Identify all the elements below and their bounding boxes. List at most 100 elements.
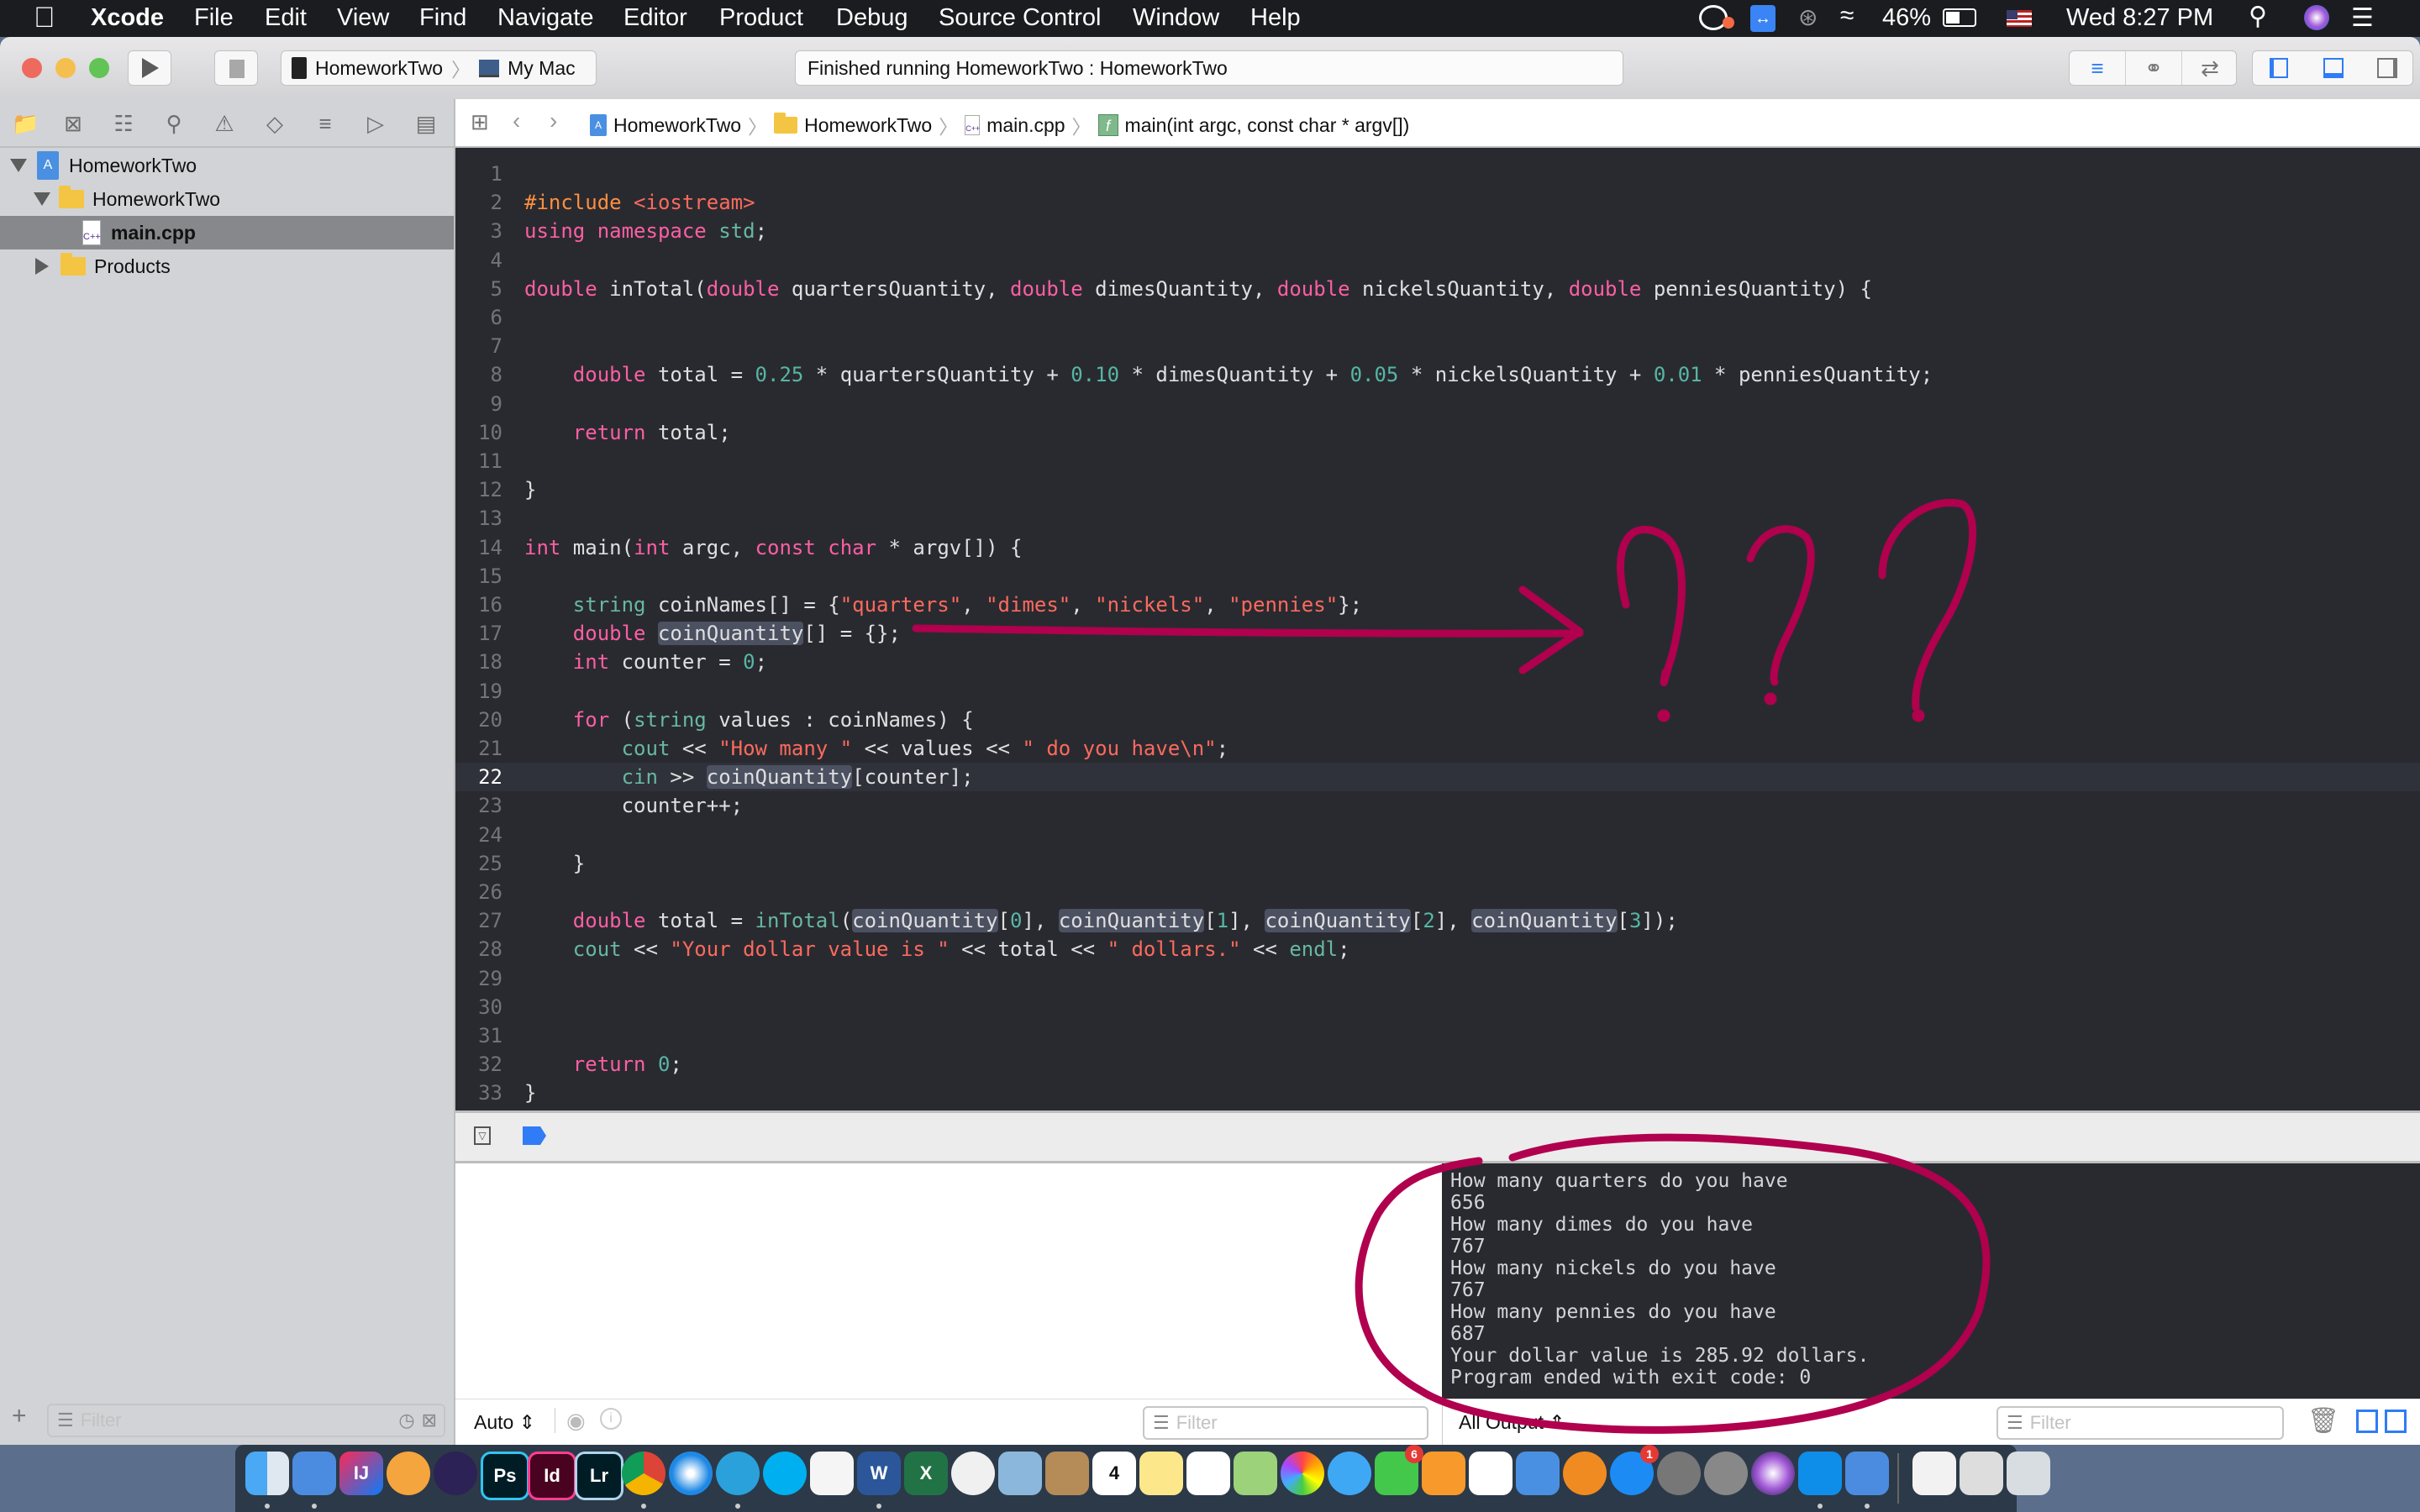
menu-navigate[interactable]: Navigate (497, 4, 593, 32)
line-number[interactable]: 17 (455, 619, 502, 648)
spotlight-search-icon[interactable]: ⚲ (2249, 2, 2267, 31)
dock-maps-icon[interactable] (1234, 1452, 1277, 1495)
menu-debug[interactable]: Debug (836, 4, 908, 32)
show-console-view-icon[interactable] (2385, 1410, 2407, 1433)
dock-siri-icon[interactable] (1751, 1452, 1795, 1495)
line-number[interactable]: 6 (455, 303, 502, 332)
run-button[interactable] (128, 50, 171, 86)
line-number[interactable]: 12 (455, 475, 502, 504)
quick-look-eye-icon[interactable]: ◉ (566, 1408, 586, 1434)
menu-source-control[interactable]: Source Control (939, 4, 1101, 32)
assistant-editor-icon[interactable]: ⚭ (2126, 51, 2182, 85)
dock-intellij-idea-icon[interactable]: IJ (339, 1452, 383, 1495)
line-number[interactable]: 26 (455, 878, 502, 906)
line-number[interactable]: 7 (455, 332, 502, 360)
line-number[interactable]: 24 (455, 821, 502, 849)
dock-messages-icon[interactable] (1328, 1452, 1371, 1495)
code-line[interactable]: 16 string coinNames[] = {"quarters", "di… (455, 591, 2420, 619)
menu-help[interactable]: Help (1250, 4, 1301, 32)
code-line[interactable]: 8 double total = 0.25 * quartersQuantity… (455, 360, 2420, 389)
notification-center-icon[interactable]: ☰ (2351, 3, 2374, 33)
battery-percent[interactable]: 46% (1882, 4, 1931, 32)
line-number[interactable]: 30 (455, 993, 502, 1021)
code-line[interactable]: 12} (455, 475, 2420, 504)
stop-button[interactable] (214, 50, 258, 86)
line-number[interactable]: 1 (455, 160, 502, 188)
code-line[interactable]: 31 (455, 1021, 2420, 1050)
line-number[interactable]: 9 (455, 390, 502, 418)
clear-console-trash-icon[interactable]: 🗑 (2307, 1406, 2339, 1436)
source-editor[interactable]: 1 2 #include <iostream> 3 using namespace st… (455, 148, 2420, 1110)
dock-document-icon[interactable] (1912, 1452, 1956, 1495)
line-number[interactable]: 16 (455, 591, 502, 619)
tree-item-main-cpp[interactable]: C++ main.cpp (0, 216, 454, 249)
menu-edit[interactable]: Edit (265, 4, 307, 32)
disclosure-collapsed-icon[interactable] (35, 258, 49, 275)
issue-navigator-tab-icon[interactable]: ⚠ (212, 111, 237, 136)
breakpoint-navigator-tab-icon[interactable]: ▷ (363, 111, 388, 136)
teamviewer-menu-icon[interactable]: ↔ (1750, 5, 1776, 32)
siri-icon[interactable] (2304, 5, 2329, 30)
dock-numbers-icon[interactable] (1469, 1452, 1512, 1495)
tree-item-group[interactable]: HomeworkTwo (0, 182, 454, 216)
code-line[interactable]: 32 return 0; (455, 1050, 2420, 1079)
code-line[interactable]: 10 return total; (455, 418, 2420, 447)
dock-textedit-icon[interactable] (810, 1452, 854, 1495)
report-navigator-tab-icon[interactable]: ▤ (413, 111, 439, 136)
breadcrumb-function[interactable]: main(int argc, const char * argv[]) (1125, 114, 1410, 137)
navigator-filter-input[interactable]: ☰ Filter ◷ ⊠ (47, 1404, 445, 1437)
code-line[interactable]: 13 (455, 504, 2420, 533)
menu-file[interactable]: File (194, 4, 234, 32)
line-number[interactable]: 27 (455, 906, 502, 935)
version-editor-icon[interactable]: ⇄ (2182, 51, 2238, 85)
line-number[interactable]: 33 (455, 1079, 502, 1107)
line-number[interactable]: 5 (455, 275, 502, 303)
add-file-icon[interactable]: + (12, 1402, 27, 1431)
line-number[interactable]: 15 (455, 562, 502, 591)
code-line[interactable]: 3 using namespace std; (455, 217, 2420, 245)
show-variables-view-icon[interactable] (2356, 1410, 2378, 1433)
debug-navigator-tab-icon[interactable]: ≡ (313, 111, 338, 136)
code-line[interactable]: 17 double coinQuantity[] = {}; (455, 619, 2420, 648)
code-line[interactable]: 21 cout << "How many " << values << " do… (455, 734, 2420, 763)
line-number[interactable]: 11 (455, 447, 502, 475)
recent-files-icon[interactable]: ◷ (398, 1410, 414, 1431)
dock-reminders-icon[interactable] (1186, 1452, 1230, 1495)
code-line[interactable]: 30 (455, 993, 2420, 1021)
line-number[interactable]: 29 (455, 964, 502, 993)
dock-finder-icon[interactable] (245, 1452, 289, 1495)
dock-ibooks-icon[interactable] (1563, 1452, 1607, 1495)
line-number[interactable]: 14 (455, 533, 502, 562)
code-line[interactable]: 26 (455, 878, 2420, 906)
toggle-utilities-icon[interactable] (2377, 58, 2397, 78)
dock-facetime-icon[interactable]: 6 (1375, 1445, 1423, 1495)
line-number[interactable]: 8 (455, 360, 502, 389)
line-number[interactable]: 10 (455, 418, 502, 447)
code-line[interactable]: 14 int main(int argc, const char * argv[]… (455, 533, 2420, 562)
line-number[interactable]: 22 (455, 763, 502, 791)
dock-trash-icon[interactable] (2007, 1452, 2050, 1495)
line-number[interactable]: 4 (455, 246, 502, 275)
code-line[interactable]: 25 } (455, 849, 2420, 878)
dock-notes-icon[interactable] (1139, 1452, 1183, 1495)
dock-indesign-icon[interactable]: Id (528, 1452, 576, 1500)
dock-eclipse-icon[interactable] (434, 1452, 477, 1495)
tree-item-project[interactable]: A HomeworkTwo (0, 149, 454, 182)
code-line[interactable]: 20 for (string values : coinNames) { (455, 706, 2420, 734)
variables-filter-input[interactable]: ☰ Filter (1143, 1406, 1428, 1440)
clock[interactable]: Wed 8:27 PM (2066, 4, 2213, 32)
toggle-debug-area-icon[interactable] (2323, 58, 2344, 78)
dock-calendar-icon[interactable]: 4 (1092, 1452, 1136, 1495)
dock-chrome-icon[interactable] (622, 1452, 666, 1495)
bluetooth-icon[interactable]: ⊛ (1798, 3, 1818, 31)
zoom-window-button[interactable] (89, 58, 109, 78)
dock-word-icon[interactable]: W (857, 1452, 901, 1495)
dock-simulator-icon[interactable] (1845, 1452, 1889, 1495)
line-number[interactable]: 25 (455, 849, 502, 878)
dock-preview-icon[interactable] (998, 1452, 1042, 1495)
line-number[interactable]: 13 (455, 504, 502, 533)
dock-photos-icon[interactable] (1281, 1452, 1324, 1495)
dock-photoshop-icon[interactable]: Ps (481, 1452, 529, 1500)
dock-telegram-icon[interactable] (716, 1452, 760, 1495)
code-line[interactable]: 28 cout << "Your dollar value is " << to… (455, 935, 2420, 963)
